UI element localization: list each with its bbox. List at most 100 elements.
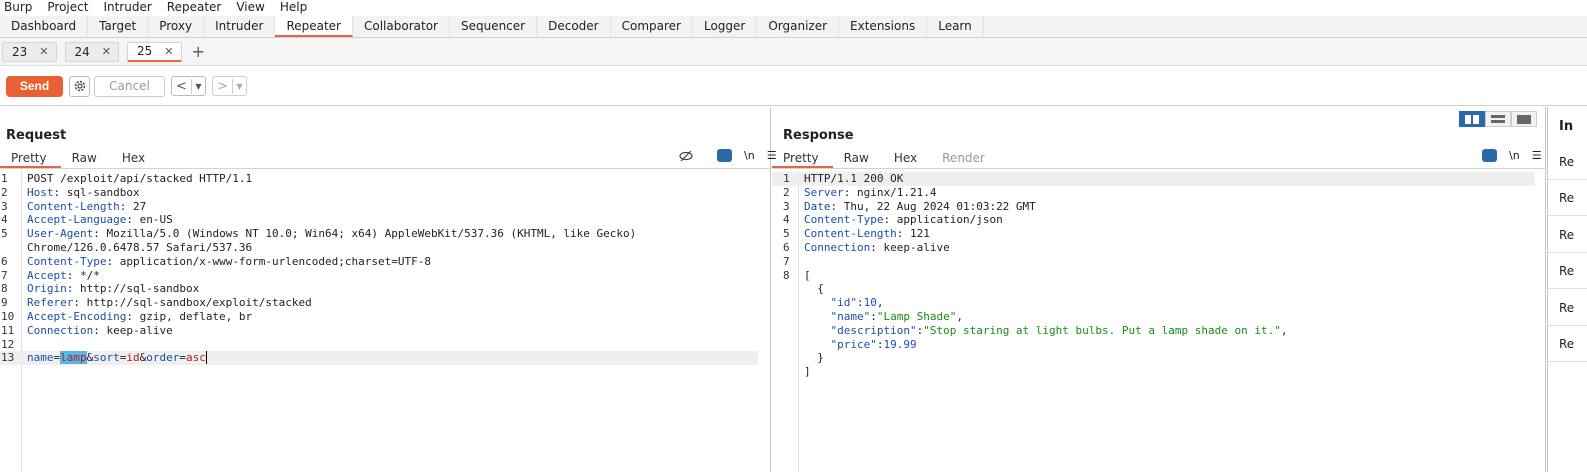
chevron-right-icon: > [213, 78, 233, 94]
repeater-tab-23[interactable]: 23 ✕ [2, 41, 57, 62]
inspector-item[interactable]: Re [1548, 253, 1587, 289]
tab-raw[interactable]: Raw [833, 148, 883, 168]
chevron-down-icon[interactable]: ▼ [233, 82, 246, 91]
response-line: 2 Server: nginx/1.21.4 [783, 185, 937, 199]
request-line: 3 Content-Length: 27 [1, 199, 147, 213]
response-line: 4 Content-Type: application/json [783, 213, 1003, 227]
request-line: 12 [1, 337, 15, 351]
request-view-tabs: Pretty Raw Hex [0, 148, 770, 169]
tab-repeater[interactable]: Repeater [275, 16, 353, 37]
menu-repeater[interactable]: Repeater [167, 0, 222, 14]
wrap-lines-icon[interactable] [1470, 149, 1497, 162]
request-line: 9 Referer: http://sql-sandbox/exploit/sta… [1, 296, 312, 310]
main-tabs: Dashboard Target Proxy Intruder Repeater… [0, 16, 1587, 38]
response-line: { [804, 282, 824, 296]
menu-intruder[interactable]: Intruder [103, 0, 151, 14]
inspector-panel: In Re Re Re Re Re Re [1547, 107, 1587, 472]
tab-proxy[interactable]: Proxy [148, 16, 205, 37]
add-tab-icon[interactable]: + [192, 42, 205, 61]
menu-icon[interactable]: ☰ [1532, 149, 1542, 162]
request-line: 4 Accept-Language: en-US [1, 213, 173, 227]
repeater-tab-25[interactable]: 25 ✕ [127, 41, 182, 62]
newline-icon[interactable]: \n [744, 149, 755, 162]
tab-collaborator[interactable]: Collaborator [353, 16, 450, 37]
tab-hex[interactable]: Hex [883, 148, 931, 168]
response-line: ] [804, 365, 811, 379]
back-button[interactable]: < ▼ [171, 76, 206, 96]
menu-bar: Burp Project Intruder Repeater View Help [0, 0, 1587, 14]
gear-icon [74, 80, 85, 92]
chevron-down-icon[interactable]: ▼ [192, 82, 205, 91]
toolbar: Send Cancel < ▼ > ▼ [0, 67, 1587, 106]
inspector-item[interactable]: Re [1548, 290, 1587, 326]
menu-project[interactable]: Project [47, 0, 88, 14]
response-view-tabs: Pretty Raw Hex Render [772, 148, 1545, 169]
tab-pretty[interactable]: Pretty [0, 148, 61, 168]
response-line: 3 Date: Thu, 22 Aug 2024 01:03:22 GMT [783, 199, 1036, 213]
response-line: 8[ [783, 268, 811, 282]
close-icon[interactable]: ✕ [102, 45, 111, 58]
tab-intruder[interactable]: Intruder [204, 16, 276, 37]
tab-target[interactable]: Target [88, 16, 149, 37]
request-panel: Request Pretty Raw Hex \n ☰ 1 POST /explo… [0, 107, 777, 472]
request-line: 5 User-Agent: Mozilla/5.0 (Windows NT 10.… [1, 227, 637, 241]
repeater-tab-label: 24 [74, 44, 90, 59]
cancel-button[interactable]: Cancel [94, 75, 165, 97]
tab-sequencer[interactable]: Sequencer [450, 16, 538, 37]
close-icon[interactable]: ✕ [39, 45, 48, 58]
inspector-item[interactable]: Re [1548, 217, 1587, 253]
menu-help[interactable]: Help [280, 0, 307, 14]
response-line: 1 HTTP/1.1 200 OK [772, 172, 1535, 186]
response-line: "name":"Lamp Shade", [830, 310, 963, 323]
request-line: 10 Accept-Encoding: gzip, deflate, br [1, 310, 253, 323]
inspector-item[interactable]: Re [1548, 180, 1587, 216]
tab-raw[interactable]: Raw [61, 148, 111, 168]
menu-burp[interactable]: Burp [4, 0, 32, 14]
tab-extensions[interactable]: Extensions [839, 16, 928, 37]
request-editor-options: \n ☰ [667, 149, 777, 162]
tab-hex[interactable]: Hex [111, 148, 159, 168]
tab-pretty[interactable]: Pretty [772, 148, 833, 168]
repeater-tab-label: 25 [137, 44, 153, 58]
tab-render[interactable]: Render [931, 148, 999, 168]
response-line: 7 [783, 254, 790, 268]
repeater-tabs: 23 ✕ 24 ✕ 25 ✕ + [0, 38, 1587, 66]
response-line: "id":10, [830, 296, 884, 310]
newline-icon[interactable]: \n [1509, 149, 1520, 162]
send-button[interactable]: Send [6, 75, 63, 97]
hide-icon[interactable] [679, 150, 693, 162]
settings-button[interactable] [69, 75, 90, 97]
inspector-title: In [1559, 119, 1574, 134]
tab-comparer[interactable]: Comparer [611, 16, 693, 37]
request-line: 7 Accept: */* [1, 268, 100, 282]
response-line: 5 Content-Length: 121 [783, 227, 930, 241]
response-line: "description":"Stop staring at light bul… [830, 323, 1288, 337]
tab-organizer[interactable]: Organizer [757, 16, 840, 37]
request-line: 8 Origin: http://sql-sandbox [1, 282, 200, 296]
response-panel: Response Pretty Raw Hex Render \n ☰ 1 HTT… [772, 107, 1546, 472]
tab-dashboard[interactable]: Dashboard [0, 16, 89, 37]
repeater-tab-label: 23 [12, 44, 28, 59]
request-title: Request [6, 128, 67, 143]
request-line: 13 name=lamp&sort=id&order=asc [0, 351, 758, 366]
tab-decoder[interactable]: Decoder [537, 16, 611, 37]
tab-learn[interactable]: Learn [927, 16, 984, 37]
inspector-item[interactable]: Re [1548, 326, 1587, 362]
response-editor[interactable]: 1 HTTP/1.1 200 OK 2 Server: nginx/1.21.4 3 Da… [772, 170, 1545, 472]
response-editor-options: \n ☰ [1458, 149, 1542, 162]
menu-view[interactable]: View [236, 0, 264, 14]
response-line: "price":19.99 [830, 337, 917, 351]
request-line: 11 Connection: keep-alive [1, 323, 173, 337]
request-line: Chrome/126.0.6478.57 Safari/537.36 [27, 241, 253, 254]
repeater-tab-24[interactable]: 24 ✕ [64, 41, 119, 62]
request-editor[interactable]: 1 POST /exploit/api/stacked HTTP/1.1 2 Host… [0, 170, 770, 472]
tab-logger[interactable]: Logger [693, 16, 758, 37]
request-line: 1 POST /exploit/api/stacked HTTP/1.1 [1, 172, 253, 185]
request-line: 2 Host: sql-sandbox [1, 185, 140, 199]
close-icon[interactable]: ✕ [164, 45, 173, 58]
inspector-item[interactable]: Re [1548, 144, 1587, 180]
forward-button[interactable]: > ▼ [212, 76, 247, 96]
chevron-left-icon: < [172, 78, 192, 94]
request-line: 6 Content-Type: application/x-www-form-ur… [1, 254, 431, 268]
wrap-lines-icon[interactable] [705, 149, 732, 162]
